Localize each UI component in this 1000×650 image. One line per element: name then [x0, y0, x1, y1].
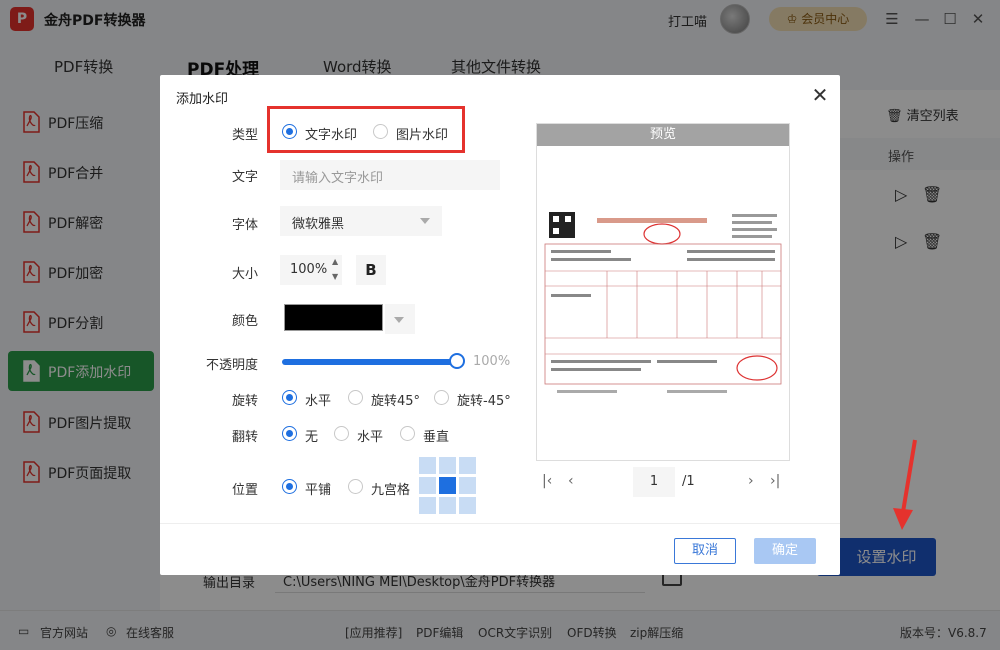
chevron-down-icon[interactable]: ▼ [332, 272, 338, 281]
chevron-down-icon [394, 317, 404, 323]
opacity-slider-track[interactable] [282, 359, 457, 365]
opacity-slider-handle[interactable] [449, 353, 465, 369]
preview-title: 预览 [537, 124, 789, 146]
opacity-value: 100% [473, 354, 511, 369]
first-page-icon[interactable]: |‹ [542, 473, 552, 489]
radio-flip-horizontal-label: 水平 [357, 430, 384, 445]
radio-image-watermark[interactable] [373, 124, 388, 139]
chevron-down-icon [420, 218, 430, 224]
preview-panel: 预览 [536, 123, 790, 461]
confirm-button[interactable]: 确定 [754, 538, 816, 564]
radio-flip-vertical[interactable] [400, 426, 415, 441]
cancel-button[interactable]: 取消 [674, 538, 736, 564]
radio-rotate-horizontal[interactable] [282, 390, 297, 405]
chevron-up-icon[interactable]: ▲ [332, 257, 338, 266]
position-grid [419, 457, 477, 515]
grid-cell[interactable] [459, 457, 476, 474]
grid-cell[interactable] [459, 477, 476, 494]
grid-cell[interactable] [419, 497, 436, 514]
bold-toggle-button[interactable]: B [356, 255, 386, 285]
color-label: 颜色 [231, 314, 258, 329]
radio-position-grid[interactable] [348, 479, 363, 494]
font-label: 字体 [231, 218, 258, 233]
close-icon[interactable]: ✕ [808, 83, 832, 107]
grid-cell[interactable] [419, 477, 436, 494]
radio-image-watermark-label: 图片水印 [396, 128, 449, 143]
size-label: 大小 [231, 267, 258, 282]
invoice-thumbnail [544, 212, 782, 393]
prev-page-icon[interactable]: ‹ [568, 473, 574, 489]
radio-flip-none-label: 无 [305, 430, 319, 445]
flip-label: 翻转 [231, 430, 258, 445]
watermark-text-input[interactable]: 请输入文字水印 [280, 160, 500, 190]
dialog-title: 添加水印 [176, 92, 229, 107]
grid-cell-selected[interactable] [439, 477, 456, 494]
type-label: 类型 [231, 128, 258, 143]
dialog-divider [160, 523, 840, 524]
grid-cell[interactable] [419, 457, 436, 474]
grid-cell[interactable] [459, 497, 476, 514]
radio-text-watermark[interactable] [282, 124, 297, 139]
radio-rotate-45[interactable] [348, 390, 363, 405]
radio-position-grid-label: 九宫格 [371, 483, 411, 498]
last-page-icon[interactable]: ›| [770, 473, 780, 489]
radio-rotate-minus-45-label: 旋转-45° [457, 394, 511, 409]
grid-cell[interactable] [439, 457, 456, 474]
position-label: 位置 [231, 483, 258, 498]
color-swatch[interactable] [284, 304, 383, 331]
grid-cell[interactable] [439, 497, 456, 514]
opacity-label: 不透明度 [205, 358, 258, 373]
radio-flip-vertical-label: 垂直 [423, 430, 450, 445]
radio-rotate-minus-45[interactable] [434, 390, 449, 405]
next-page-icon[interactable]: › [748, 473, 754, 489]
page-number-input[interactable]: 1 [633, 467, 675, 497]
radio-flip-horizontal[interactable] [334, 426, 349, 441]
preview-document [537, 146, 789, 460]
add-watermark-dialog: 添加水印 ✕ 类型 文字水印 图片水印 文字 请输入文字水印 字体 微软雅黑 大… [160, 75, 840, 575]
page-total: /1 [682, 474, 695, 489]
radio-rotate-45-label: 旋转45° [371, 394, 421, 409]
font-select[interactable]: 微软雅黑 [280, 206, 442, 236]
rotate-label: 旋转 [231, 394, 258, 409]
radio-position-tile[interactable] [282, 479, 297, 494]
radio-flip-none[interactable] [282, 426, 297, 441]
text-label: 文字 [231, 170, 258, 185]
radio-position-tile-label: 平铺 [305, 483, 332, 498]
radio-rotate-horizontal-label: 水平 [305, 394, 332, 409]
radio-text-watermark-label: 文字水印 [305, 128, 358, 143]
